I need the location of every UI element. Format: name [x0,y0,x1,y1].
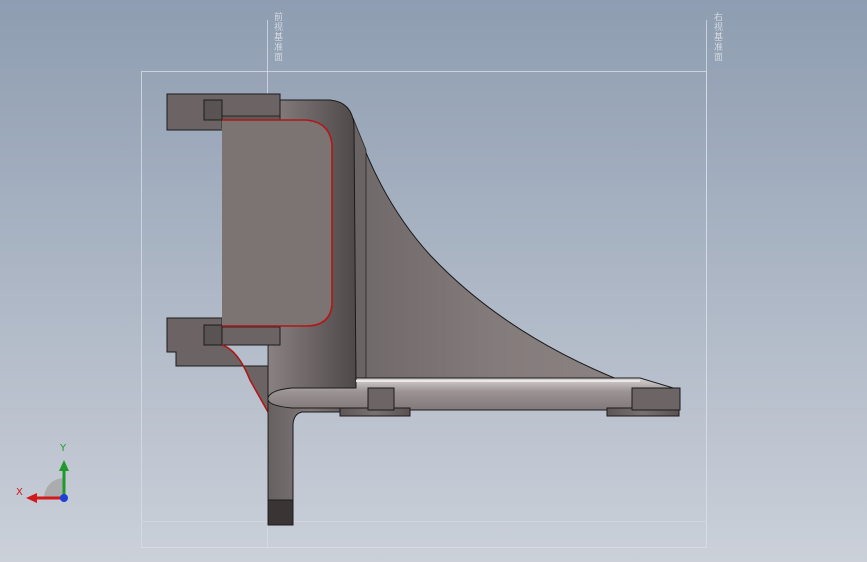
stem-foot [267,499,294,526]
triad-quadrant [44,478,64,498]
boss-left[interactable] [367,387,395,411]
triad-y-arrow [59,460,69,471]
right-plane-label[interactable]: 右视基准面 [708,12,722,62]
coordinate-triad: X Y [14,440,74,510]
triad-z-dot [60,494,68,502]
triad-y-label: Y [60,443,67,454]
upper-flange-slot [203,99,223,121]
boss-right[interactable] [631,387,681,411]
model-canvas[interactable] [0,0,867,562]
triad-x-arrow [26,493,37,503]
clip-inner-cavity [222,120,332,326]
front-plane-label[interactable]: 前视基准面 [268,12,282,62]
lower-flange-slot [203,324,223,346]
triad-x-label: X [16,487,23,498]
graphics-viewport[interactable]: 前视基准面 右视基准面 X Y [0,0,867,562]
